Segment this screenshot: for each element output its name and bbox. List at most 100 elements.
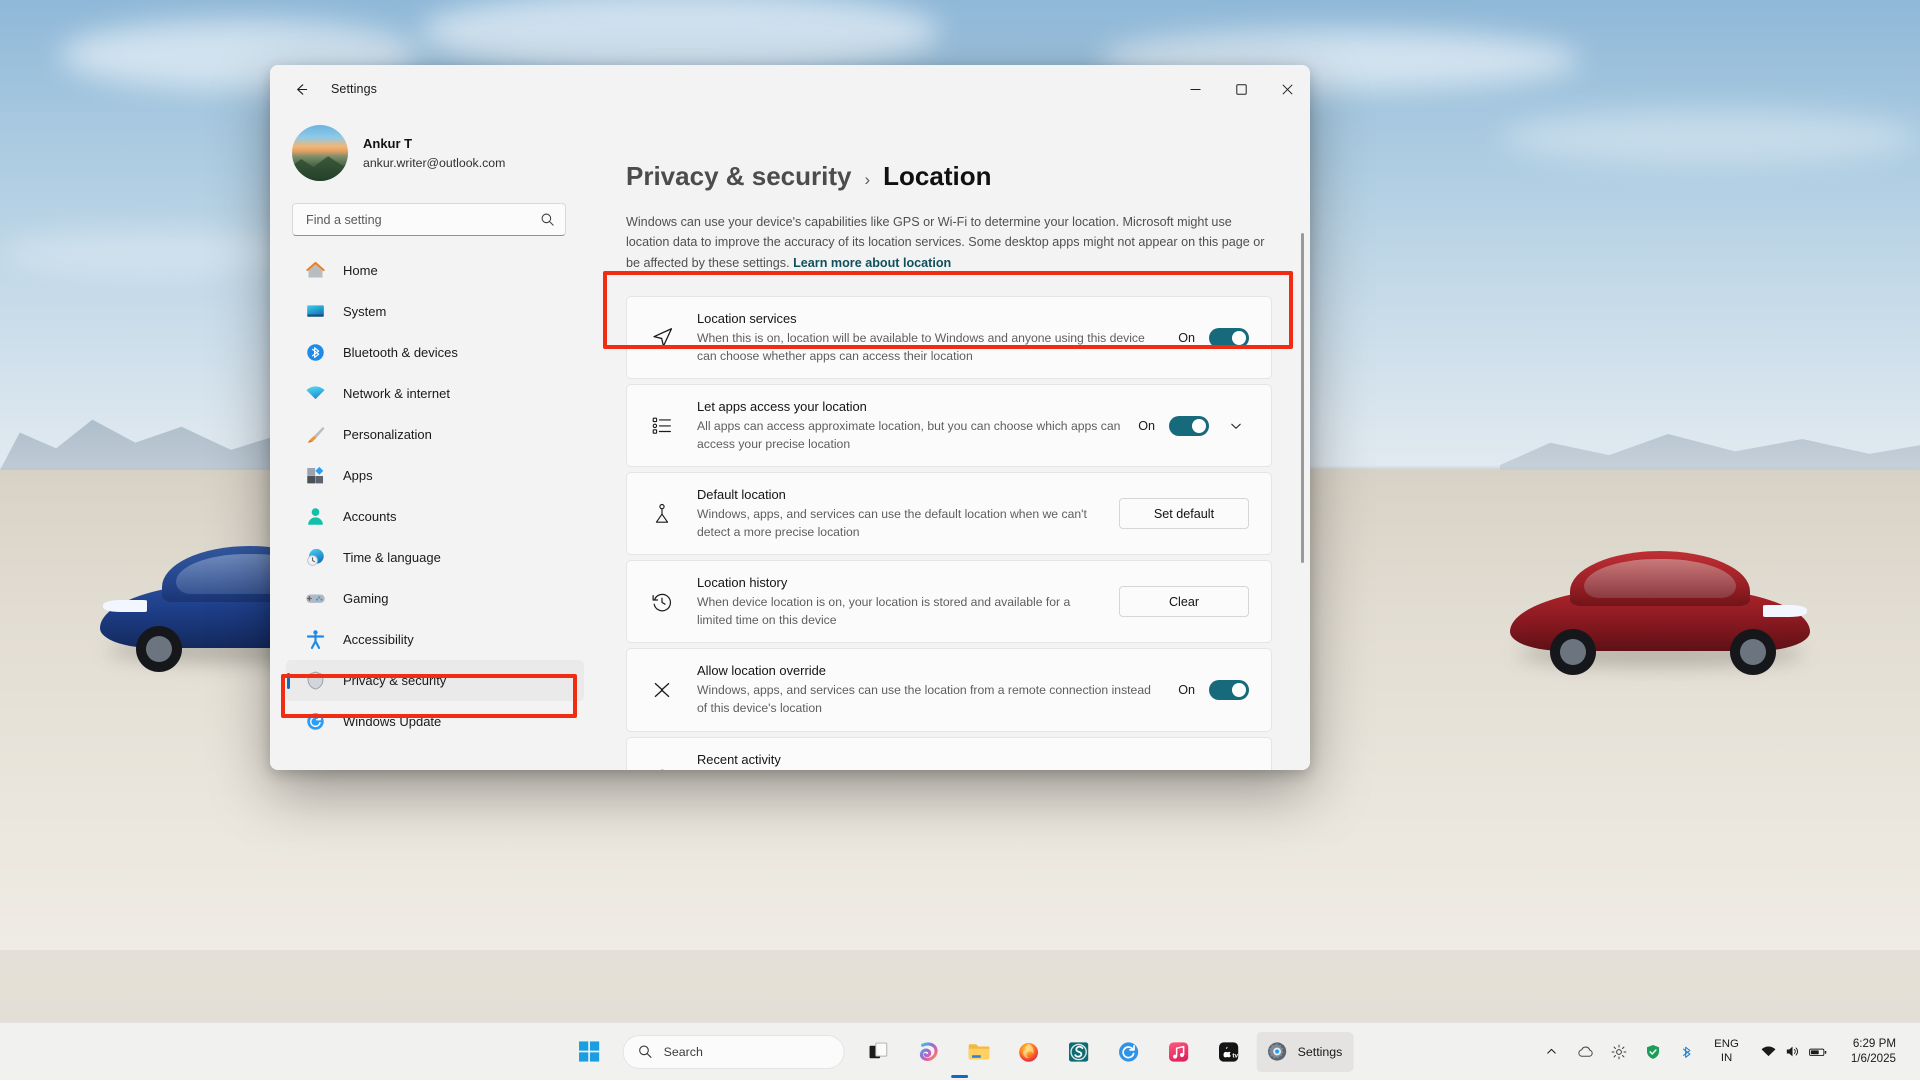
learn-more-link[interactable]: Learn more about location — [793, 256, 951, 270]
gamepad-icon — [304, 588, 326, 610]
sidebar-item-label: Time & language — [343, 550, 441, 565]
sidebar-item-label: System — [343, 304, 386, 319]
system-tray: ENG IN 6:29 PM 1/6/2025 — [1536, 1023, 1920, 1081]
windows-logo-icon — [577, 1040, 600, 1063]
card-default-location[interactable]: Default location Windows, apps, and serv… — [626, 472, 1272, 555]
quick-settings-button[interactable] — [1751, 1032, 1837, 1072]
sidebar-item-label: Gaming — [343, 591, 389, 606]
sidebar-item-apps[interactable]: Apps — [286, 455, 584, 496]
language-indicator[interactable]: ENG IN — [1706, 1032, 1747, 1072]
avatar — [292, 125, 348, 181]
paintbrush-icon — [304, 424, 326, 446]
history-icon — [647, 590, 677, 614]
search-icon — [540, 212, 555, 227]
profile-name: Ankur T — [363, 134, 505, 154]
expand-button[interactable] — [1223, 765, 1249, 770]
sidebar-item-time-language[interactable]: Time & language — [286, 537, 584, 578]
let-apps-access-location-toggle[interactable] — [1169, 416, 1209, 436]
card-location-history[interactable]: Location history When device location is… — [626, 560, 1272, 643]
maximize-button[interactable] — [1218, 65, 1264, 113]
expand-button[interactable] — [1223, 413, 1249, 439]
user-profile[interactable]: Ankur T ankur.writer@outlook.com — [270, 113, 590, 191]
sidebar-item-home[interactable]: Home — [286, 250, 584, 291]
chevron-down-icon — [1229, 419, 1243, 433]
search-input[interactable] — [306, 213, 540, 227]
tray-chevron-up-icon[interactable] — [1536, 1032, 1566, 1072]
sidebar-item-network[interactable]: Network & internet — [286, 373, 584, 414]
set-default-button[interactable]: Set default — [1119, 498, 1249, 529]
card-recent-activity[interactable]: Recent activity Review location access f… — [626, 737, 1272, 770]
bluetooth-icon[interactable] — [1672, 1032, 1702, 1072]
clock-date: 1/6/2025 — [1851, 1052, 1896, 1067]
shield-check-icon[interactable] — [1638, 1032, 1668, 1072]
card-subtitle: Windows, apps, and services can use the … — [697, 506, 1105, 541]
close-button[interactable] — [1264, 65, 1310, 113]
volume-icon — [1784, 1043, 1801, 1060]
sidebar-item-personalization[interactable]: Personalization — [286, 414, 584, 455]
clock[interactable]: 6:29 PM 1/6/2025 — [1841, 1032, 1906, 1072]
window-controls — [1172, 65, 1310, 113]
toggle-knob — [1192, 419, 1206, 433]
language-line-2: IN — [1721, 1052, 1732, 1066]
file-explorer-icon[interactable] — [957, 1030, 1001, 1074]
window-titlebar: Settings — [270, 65, 1310, 113]
sidebar-item-gaming[interactable]: Gaming — [286, 578, 584, 619]
sidebar-item-accessibility[interactable]: Accessibility — [286, 619, 584, 660]
breadcrumb: Privacy & security › Location — [626, 161, 1272, 192]
maximize-icon — [1236, 84, 1247, 95]
sidebar-item-label: Network & internet — [343, 386, 450, 401]
task-view-icon[interactable] — [857, 1030, 901, 1074]
breadcrumb-parent[interactable]: Privacy & security — [626, 161, 851, 192]
minimize-button[interactable] — [1172, 65, 1218, 113]
gear-icon[interactable] — [1604, 1032, 1634, 1072]
allow-location-override-toggle[interactable] — [1209, 680, 1249, 700]
taskbar-search-box[interactable]: Search — [623, 1035, 845, 1069]
location-services-toggle[interactable] — [1209, 328, 1249, 348]
card-location-services[interactable]: Location services When this is on, locat… — [626, 296, 1272, 379]
close-icon — [1282, 84, 1293, 95]
page-title: Location — [883, 161, 991, 192]
sidebar-item-label: Personalization — [343, 427, 432, 442]
minimize-icon — [1190, 84, 1201, 95]
app-list-icon — [647, 414, 677, 438]
clock-globe-icon — [304, 547, 326, 569]
accessibility-icon — [304, 629, 326, 651]
card-allow-location-override[interactable]: Allow location override Windows, apps, a… — [626, 648, 1272, 731]
sidebar-item-system[interactable]: System — [286, 291, 584, 332]
apple-tv-icon[interactable]: tv — [1207, 1030, 1251, 1074]
music-icon[interactable] — [1157, 1030, 1201, 1074]
active-app-indicator — [952, 1075, 969, 1078]
toggle-state-label: On — [1178, 683, 1195, 697]
home-icon — [304, 260, 326, 282]
scrollbar-thumb[interactable] — [1301, 233, 1304, 563]
content-scrollbar[interactable] — [1301, 233, 1304, 754]
toggle-knob — [1232, 331, 1246, 345]
sidebar-item-accounts[interactable]: Accounts — [286, 496, 584, 537]
main-content: Privacy & security › Location Windows ca… — [590, 113, 1310, 770]
system-icon — [304, 301, 326, 323]
wallpaper-car-red — [1510, 545, 1810, 675]
override-icon — [647, 678, 677, 702]
card-let-apps-access-location[interactable]: Let apps access your location All apps c… — [626, 384, 1272, 467]
app-title: Settings — [331, 82, 377, 96]
svg-text:tv: tv — [1232, 1052, 1238, 1059]
sidebar-nav: Home System — [270, 250, 590, 770]
back-arrow-icon — [293, 81, 310, 98]
sidebar-item-label: Accounts — [343, 509, 396, 524]
language-line-1: ENG — [1714, 1038, 1739, 1052]
start-button[interactable] — [567, 1030, 611, 1074]
sidebar-item-bluetooth[interactable]: Bluetooth & devices — [286, 332, 584, 373]
search-box[interactable] — [292, 203, 566, 236]
card-subtitle: When this is on, location will be availa… — [697, 330, 1164, 365]
taskbar-settings-app[interactable]: Settings — [1257, 1032, 1354, 1072]
snagit-icon[interactable] — [1057, 1030, 1101, 1074]
sidebar-item-privacy-security[interactable]: Privacy & security — [286, 660, 584, 701]
sidebar-item-windows-update[interactable]: Windows Update — [286, 701, 584, 742]
settings-window: Settings — [270, 65, 1310, 770]
cloud-icon[interactable] — [1570, 1032, 1600, 1072]
firefox-icon[interactable] — [1007, 1030, 1051, 1074]
copilot-icon[interactable] — [907, 1030, 951, 1074]
sync-icon[interactable] — [1107, 1030, 1151, 1074]
clear-history-button[interactable]: Clear — [1119, 586, 1249, 617]
back-button[interactable] — [283, 73, 319, 105]
